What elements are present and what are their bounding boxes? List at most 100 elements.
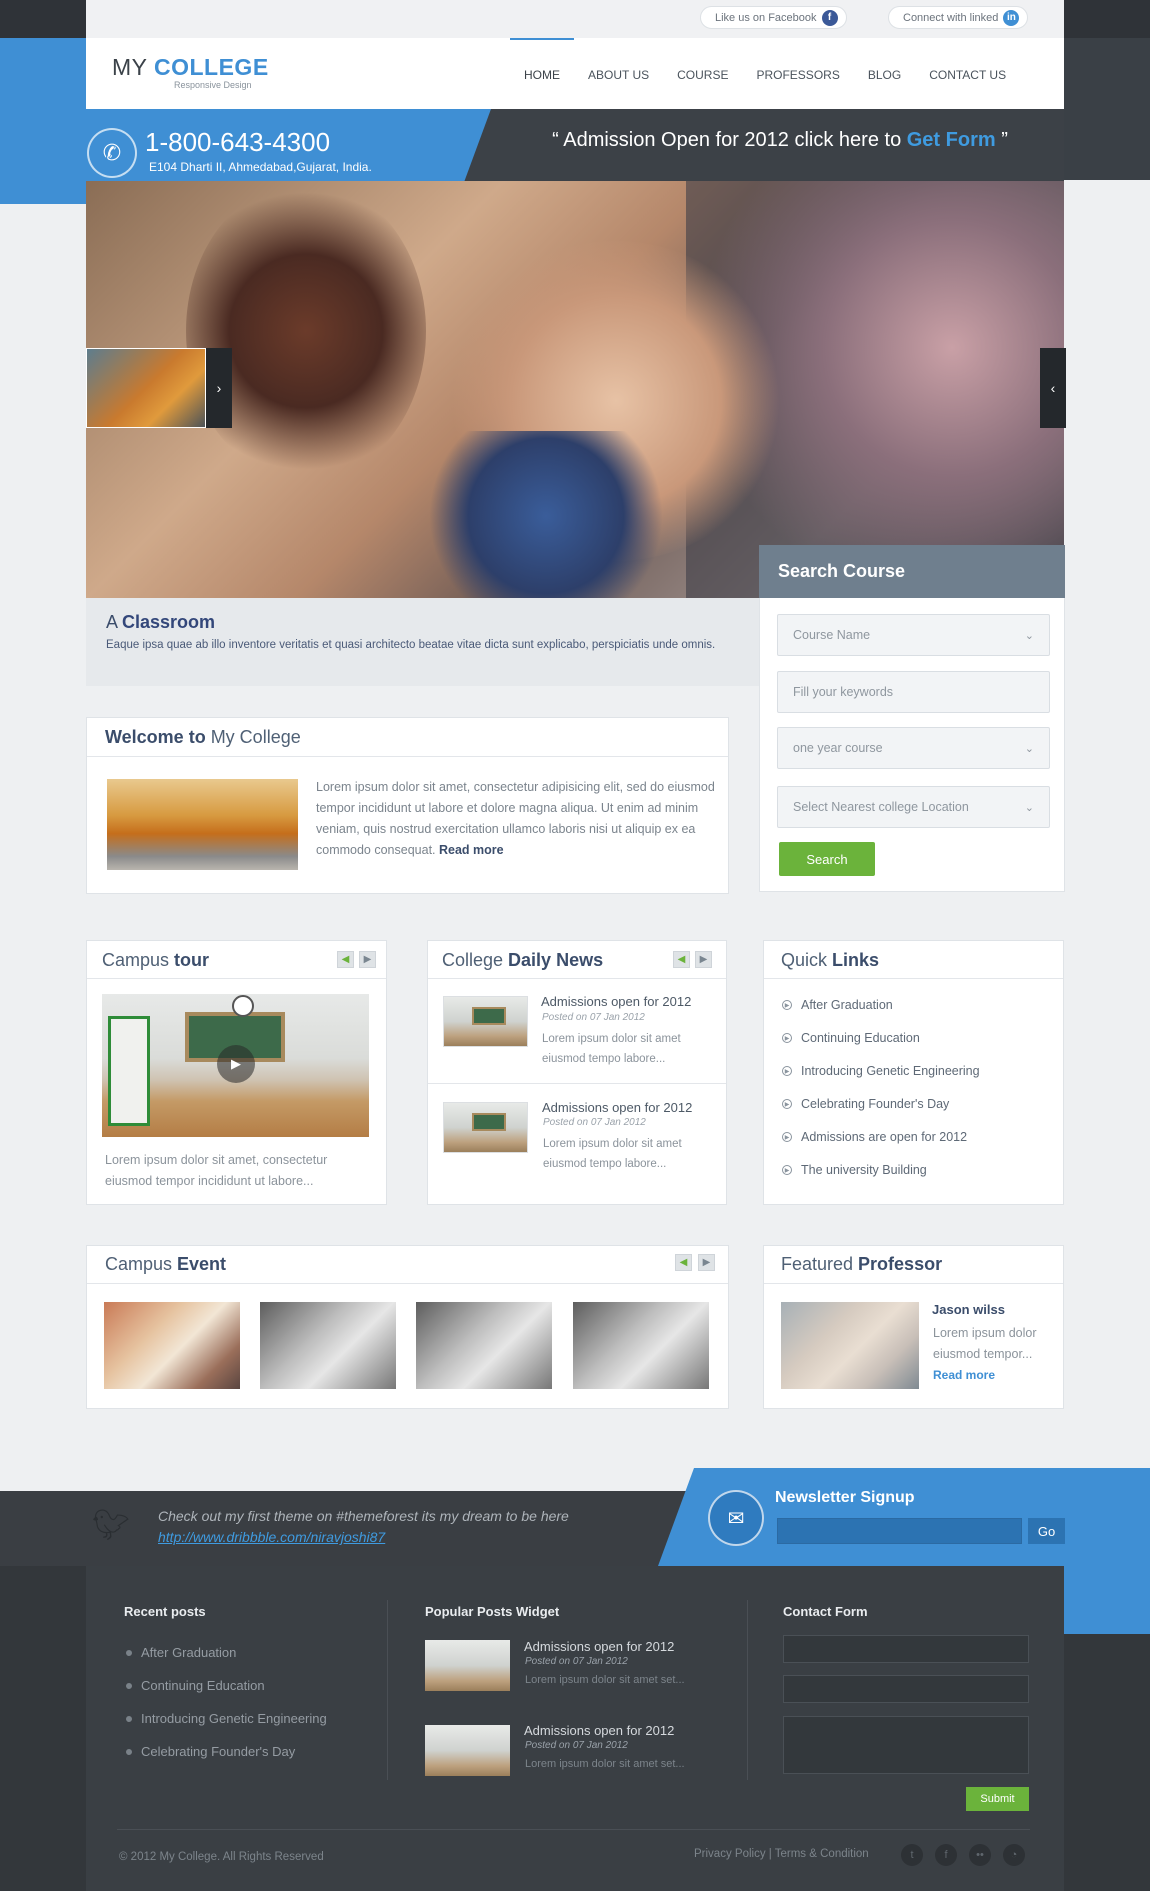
recent-post-link[interactable]: Introducing Genetic Engineering	[126, 1711, 327, 1726]
event-next-button[interactable]: ▶	[698, 1254, 715, 1271]
clock-icon	[232, 995, 254, 1017]
event-image[interactable]	[260, 1302, 396, 1389]
bullet-icon	[126, 1715, 132, 1722]
event-image[interactable]	[416, 1302, 552, 1389]
play-circle-icon: ▶	[782, 1165, 792, 1175]
news-next-button[interactable]: ▶	[695, 951, 712, 968]
copyright: © 2012 My College. All Rights Reserved	[119, 1851, 324, 1863]
rss-icon[interactable]: ◔	[1003, 1844, 1025, 1866]
nav-about-us[interactable]: ABOUT US	[574, 38, 663, 109]
quick-link-label: Continuing Education	[801, 1031, 920, 1045]
recent-post-link[interactable]: After Graduation	[126, 1645, 236, 1660]
phone-number: 1-800-643-4300	[145, 127, 331, 157]
quick-link[interactable]: ▶ Introducing Genetic Engineering	[782, 1064, 980, 1078]
tweet: Check out my first theme on #themeforest…	[158, 1506, 569, 1548]
search-button[interactable]: Search	[779, 842, 875, 876]
popular-post-thumbnail[interactable]	[425, 1725, 510, 1776]
quick-title-strong: Links	[832, 950, 880, 970]
news-thumbnail[interactable]	[443, 1102, 528, 1153]
terms-link[interactable]: Terms & Condition	[775, 1848, 869, 1860]
chevron-down-icon: ⌄	[1024, 801, 1034, 814]
right-dark-strip	[1064, 38, 1150, 180]
news-item-text: Lorem ipsum dolor sit amet eiusmod tempo…	[542, 1033, 681, 1065]
popular-post-text: Lorem ipsum dolor sit amet set...	[525, 1674, 685, 1686]
tour-title-strong: tour	[174, 950, 210, 970]
play-circle-icon: ▶	[782, 1099, 792, 1109]
facebook-like-button[interactable]: Like us on Facebook f	[700, 6, 847, 29]
footer-link-separator: |	[765, 1848, 775, 1860]
tour-title-prefix: Campus	[102, 950, 175, 970]
recent-post-label: Introducing Genetic Engineering	[141, 1711, 327, 1726]
duration-select[interactable]: one year course ⌄	[777, 727, 1050, 769]
duration-value: one year course	[793, 741, 883, 755]
quick-link[interactable]: ▶ The university Building	[782, 1163, 927, 1177]
play-icon[interactable]: ▶	[217, 1045, 255, 1083]
nav-home[interactable]: HOME	[510, 38, 574, 109]
logo[interactable]: MY COLLEGE	[112, 54, 269, 81]
news-title: College Daily News	[442, 950, 603, 971]
welcome-read-more-link[interactable]: Read more	[439, 843, 504, 857]
popular-post-title[interactable]: Admissions open for 2012	[524, 1723, 674, 1738]
logo-strong: COLLEGE	[153, 54, 269, 80]
popular-post-text: Lorem ipsum dolor sit amet set...	[525, 1758, 685, 1770]
course-name-select[interactable]: Course Name ⌄	[777, 614, 1050, 656]
keywords-input[interactable]: Fill your keywords	[777, 671, 1050, 713]
facebook-label: Like us on Facebook	[715, 11, 817, 24]
tour-prev-button[interactable]: ◀	[337, 951, 354, 968]
news-thumbnail[interactable]	[443, 996, 528, 1047]
contact-message-textarea[interactable]	[783, 1716, 1029, 1774]
popular-post-title[interactable]: Admissions open for 2012	[524, 1639, 674, 1654]
newsletter-email-input[interactable]	[777, 1518, 1022, 1544]
divider	[428, 978, 726, 979]
quick-link[interactable]: ▶ Celebrating Founder's Day	[782, 1097, 949, 1111]
news-prev-button[interactable]: ◀	[673, 951, 690, 968]
slider-thumbnail[interactable]	[86, 348, 206, 428]
linkedin-label: Connect with linked	[903, 11, 999, 24]
event-prev-button[interactable]: ◀	[675, 1254, 692, 1271]
location-select[interactable]: Select Nearest college Location ⌄	[777, 786, 1050, 828]
event-title-strong: Event	[177, 1254, 227, 1274]
flickr-icon[interactable]: ••	[969, 1844, 991, 1866]
tour-next-button[interactable]: ▶	[359, 951, 376, 968]
facebook-icon[interactable]: f	[935, 1844, 957, 1866]
divider	[87, 1283, 728, 1284]
quick-link[interactable]: ▶ After Graduation	[782, 998, 893, 1012]
admission-banner: “ Admission Open for 2012 click here to …	[540, 129, 1020, 152]
divider	[764, 1283, 1063, 1284]
professor-photo	[781, 1302, 919, 1389]
tweet-text: Check out my first theme on #themeforest…	[158, 1508, 569, 1524]
nav-professors[interactable]: PROFESSORS	[742, 38, 853, 109]
news-item-title[interactable]: Admissions open for 2012	[542, 1100, 692, 1115]
newsletter-title: Newsletter Signup	[775, 1489, 915, 1506]
nav-blog[interactable]: BLOG	[854, 38, 915, 109]
tweet-link[interactable]: http://www.dribbble.com/niravjoshi87	[158, 1529, 385, 1545]
recent-post-link[interactable]: Continuing Education	[126, 1678, 265, 1693]
quick-link-label: Admissions are open for 2012	[801, 1130, 968, 1144]
popular-posts-title: Popular Posts Widget	[425, 1604, 560, 1619]
search-course-title: Search Course	[759, 545, 1065, 598]
contact-name-input[interactable]	[783, 1635, 1029, 1663]
campus-tour-title: Campus tour	[102, 950, 209, 971]
newsletter-go-button[interactable]: Go	[1028, 1518, 1065, 1544]
professor-read-more-link[interactable]: Read more	[933, 1368, 995, 1382]
event-image[interactable]	[573, 1302, 709, 1389]
privacy-policy-link[interactable]: Privacy Policy	[694, 1848, 766, 1860]
linkedin-connect-button[interactable]: Connect with linked in	[888, 6, 1029, 29]
logo-tagline: Responsive Design	[174, 80, 252, 90]
contact-email-input[interactable]	[783, 1675, 1029, 1703]
get-form-link[interactable]: Get Form	[907, 129, 996, 151]
nav-contact-us[interactable]: CONTACT US	[915, 38, 1020, 109]
nav-course[interactable]: COURSE	[663, 38, 742, 109]
quick-link[interactable]: ▶ Admissions are open for 2012	[782, 1130, 967, 1144]
slider-prev-arrow[interactable]: ‹	[1040, 348, 1066, 428]
twitter-icon[interactable]: t	[901, 1844, 923, 1866]
recent-post-link[interactable]: Celebrating Founder's Day	[126, 1744, 295, 1759]
contact-submit-button[interactable]: Submit	[966, 1787, 1029, 1811]
quick-link[interactable]: ▶ Continuing Education	[782, 1031, 920, 1045]
course-name-value: Course Name	[793, 628, 871, 642]
popular-post-thumbnail[interactable]	[425, 1640, 510, 1691]
left-accent-strip	[0, 38, 86, 204]
event-image[interactable]	[104, 1302, 240, 1389]
slider-next-arrow[interactable]: ›	[206, 348, 232, 428]
news-item-title[interactable]: Admissions open for 2012	[541, 994, 691, 1009]
